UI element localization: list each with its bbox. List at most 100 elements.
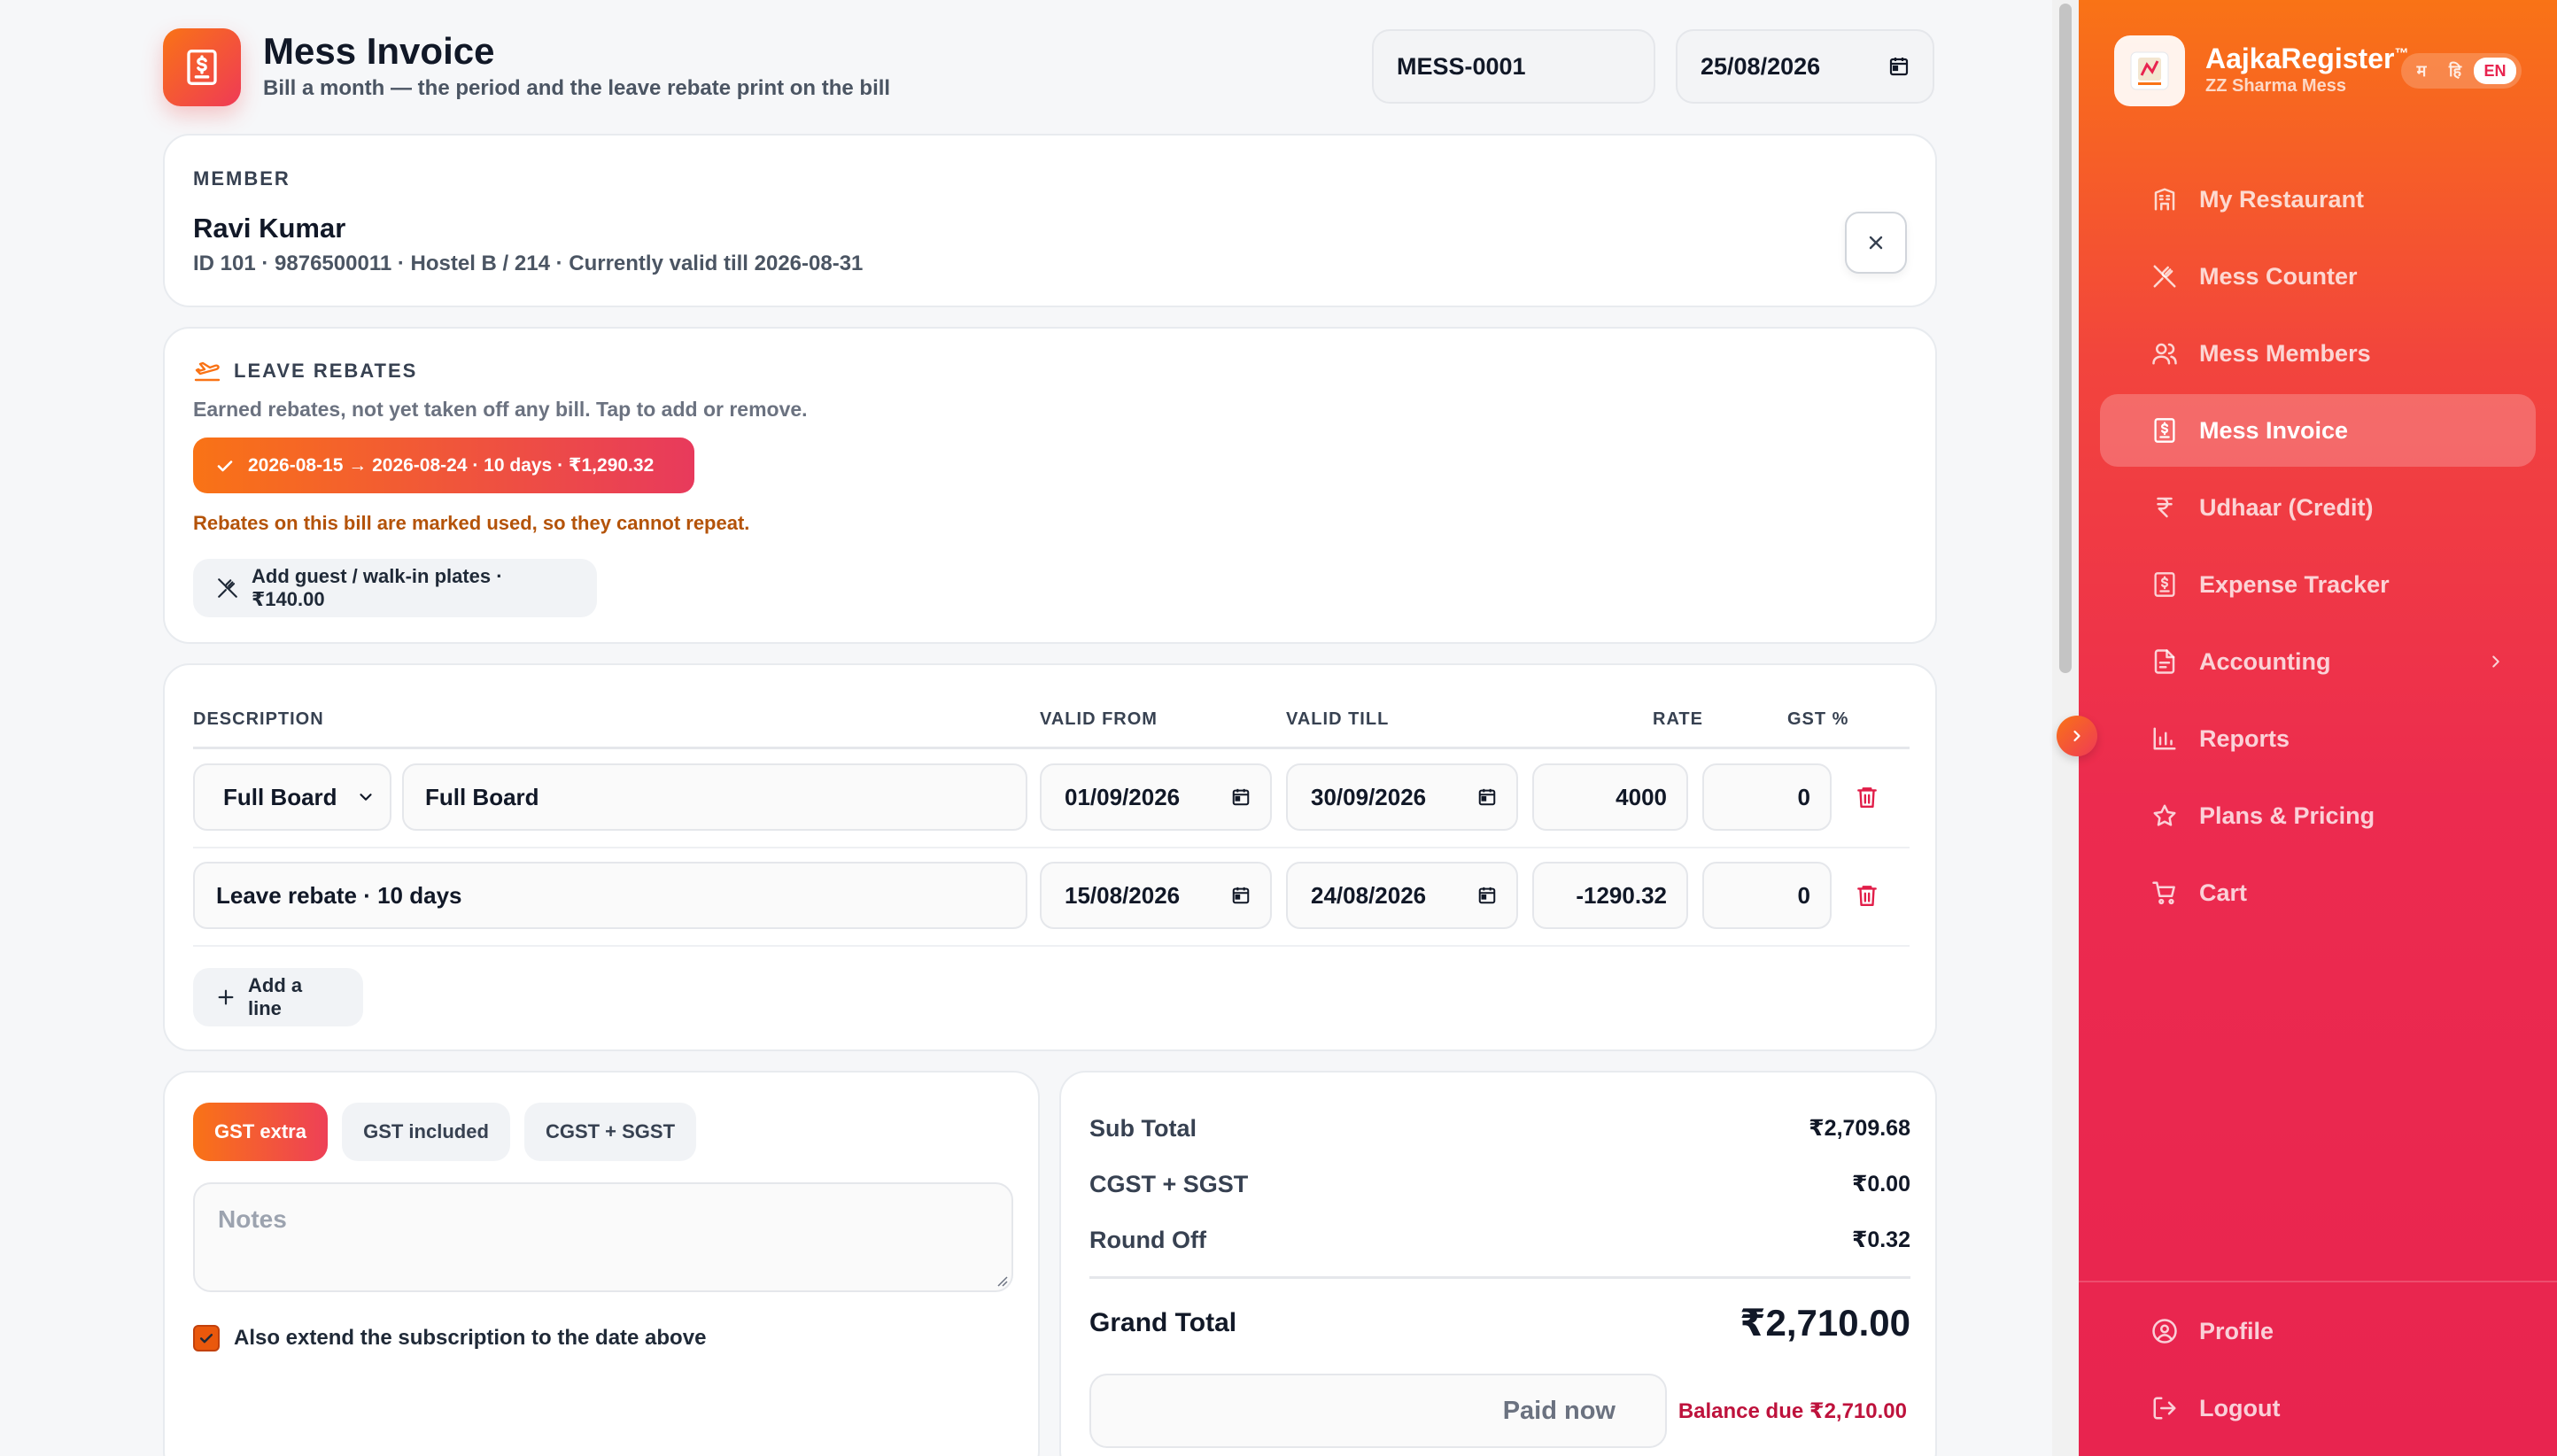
calendar-icon[interactable]	[1888, 56, 1910, 77]
sub-total-label: Sub Total	[1089, 1115, 1197, 1142]
add-guest-plates-button[interactable]: Add guest / walk-in plates · ₹140.00	[193, 559, 597, 617]
delete-line-button[interactable]	[1849, 779, 1885, 815]
gst-tab-included[interactable]: GST included	[342, 1103, 510, 1161]
member-section-label: MEMBER	[193, 167, 291, 190]
notes-placeholder: Notes	[218, 1205, 287, 1233]
page-title: Mess Invoice	[263, 30, 495, 72]
calendar-icon[interactable]	[1231, 886, 1251, 905]
document-icon	[2150, 647, 2180, 677]
sidebar: AajkaRegister™ ZZ Sharma Mess म हि EN My…	[2079, 0, 2557, 1456]
valid-from-value: 01/09/2026	[1065, 783, 1181, 810]
invoice-lines-card: DESCRIPTION VALID FROM VALID TILL RATE G…	[163, 663, 1937, 1051]
paid-now-placeholder: Paid now	[1502, 1396, 1616, 1425]
gst-input[interactable]: 0	[1702, 862, 1832, 929]
calendar-icon[interactable]	[1231, 787, 1251, 807]
col-header-rate: RATE	[1653, 709, 1703, 729]
grand-total-label: Grand Total	[1089, 1307, 1237, 1337]
sidebar-item-label: Plans & Pricing	[2199, 802, 2375, 829]
sub-total-value: ₹2,709.68	[1809, 1116, 1910, 1141]
sidebar-item-my-restaurant[interactable]: My Restaurant	[2100, 163, 2536, 236]
gst-value: 0	[1797, 783, 1810, 810]
invoice-number-value: MESS-0001	[1397, 52, 1526, 80]
sidebar-item-mess-invoice[interactable]: Mess Invoice	[2100, 394, 2536, 467]
gst-value: ₹0.00	[1851, 1172, 1910, 1197]
chevron-down-icon	[356, 787, 376, 807]
round-off-label: Round Off	[1089, 1227, 1206, 1253]
receipt-icon	[2150, 415, 2180, 445]
chevron-right-icon	[2068, 727, 2086, 745]
paid-now-input[interactable]: Paid now	[1089, 1374, 1667, 1448]
sidebar-item-label: Cart	[2199, 879, 2248, 906]
grand-total-row: Grand Total ₹2,710.00	[1089, 1301, 1910, 1344]
gst-input[interactable]: 0	[1702, 763, 1832, 831]
sidebar-item-udhaar[interactable]: Udhaar (Credit)	[2100, 471, 2536, 544]
extend-subscription-row[interactable]: Also extend the subscription to the date…	[193, 1325, 706, 1351]
add-line-label: Add a line	[248, 974, 303, 1019]
line-description-input[interactable]: Full Board	[402, 763, 1027, 831]
round-off-value: ₹0.32	[1851, 1228, 1910, 1252]
invoice-number-input[interactable]: MESS-0001	[1372, 29, 1655, 104]
valid-from-input[interactable]: 15/08/2026	[1040, 862, 1272, 929]
close-icon	[1865, 232, 1887, 253]
invoice-options-card: GST extra GST included CGST + SGST Notes…	[163, 1071, 1040, 1456]
lang-option-hindi[interactable]: हि	[2440, 60, 2470, 81]
sidebar-item-label: Expense Tracker	[2199, 570, 2390, 598]
calendar-icon[interactable]	[1477, 787, 1497, 807]
sidebar-item-label: Mess Counter	[2199, 262, 2358, 290]
sidebar-toggle-button[interactable]	[2057, 716, 2097, 756]
lang-option-english[interactable]: EN	[2474, 58, 2516, 84]
gst-tab-extra[interactable]: GST extra	[193, 1103, 328, 1161]
chevron-right-icon	[2486, 652, 2506, 671]
brand-logo	[2114, 35, 2185, 106]
plan-select[interactable]: Full Board	[193, 763, 391, 831]
cart-icon	[2150, 878, 2180, 908]
sidebar-item-mess-members[interactable]: Mess Members	[2100, 317, 2536, 390]
valid-from-input[interactable]: 01/09/2026	[1040, 763, 1272, 831]
rate-input[interactable]: -1290.32	[1532, 862, 1688, 929]
clear-member-button[interactable]	[1845, 212, 1907, 274]
delete-line-button[interactable]	[1849, 878, 1885, 913]
sidebar-item-label: Profile	[2199, 1317, 2274, 1344]
page-subtitle: Bill a month — the period and the leave …	[263, 76, 891, 100]
resize-grip-icon[interactable]	[994, 1273, 1008, 1287]
sidebar-item-label: My Restaurant	[2199, 185, 2365, 213]
sidebar-divider	[2079, 1281, 2557, 1282]
sidebar-item-reports[interactable]: Reports	[2100, 702, 2536, 775]
gst-tab-cgst-sgst[interactable]: CGST + SGST	[524, 1103, 696, 1161]
invoice-date-input[interactable]: 25/08/2026	[1676, 29, 1934, 104]
valid-till-input[interactable]: 30/09/2026	[1286, 763, 1518, 831]
bar-chart-icon	[2150, 724, 2180, 754]
calendar-icon[interactable]	[1477, 886, 1497, 905]
leave-rebates-card: LEAVE REBATES Earned rebates, not yet ta…	[163, 327, 1937, 644]
line-description-input[interactable]: Leave rebate · 10 days	[193, 862, 1027, 929]
sidebar-item-cart[interactable]: Cart	[2100, 856, 2536, 929]
main-content: Mess Invoice Bill a month — the period a…	[0, 0, 2037, 1456]
notes-textarea[interactable]: Notes	[193, 1182, 1013, 1292]
sidebar-item-mess-counter[interactable]: Mess Counter	[2100, 240, 2536, 313]
member-meta: ID 101 · 9876500011 · Hostel B / 214 · C…	[193, 252, 864, 275]
gst-value: 0	[1797, 881, 1810, 909]
scrollbar-thumb[interactable]	[2059, 4, 2072, 673]
sidebar-item-logout[interactable]: Logout	[2100, 1372, 2536, 1444]
sidebar-item-label: Mess Members	[2199, 339, 2371, 367]
col-header-gst: GST %	[1787, 709, 1849, 729]
rebate-chip[interactable]: 2026-08-15 → 2026-08-24 · 10 days · ₹1,2…	[193, 438, 694, 493]
sidebar-item-label: Accounting	[2199, 647, 2331, 675]
lang-option-marathi[interactable]: म	[2406, 60, 2437, 81]
language-switcher[interactable]: म हि EN	[2401, 53, 2522, 89]
line-description-value: Leave rebate · 10 days	[216, 881, 462, 909]
sidebar-item-plans-pricing[interactable]: Plans & Pricing	[2100, 779, 2536, 852]
sidebar-item-profile[interactable]: Profile	[2100, 1295, 2536, 1367]
sidebar-item-expense-tracker[interactable]: Expense Tracker	[2100, 548, 2536, 621]
user-circle-icon	[2150, 1316, 2180, 1346]
extend-subscription-checkbox[interactable]	[193, 1325, 220, 1351]
rate-input[interactable]: 4000	[1532, 763, 1688, 831]
sidebar-item-label: Udhaar (Credit)	[2199, 493, 2374, 521]
col-header-valid-from: VALID FROM	[1040, 709, 1158, 729]
page-header: Mess Invoice Bill a month — the period a…	[163, 28, 1936, 106]
valid-till-input[interactable]: 24/08/2026	[1286, 862, 1518, 929]
plane-icon	[193, 359, 221, 383]
add-line-button[interactable]: Add a line	[193, 968, 363, 1026]
sidebar-item-accounting[interactable]: Accounting	[2100, 625, 2536, 698]
member-name: Ravi Kumar	[193, 213, 346, 244]
